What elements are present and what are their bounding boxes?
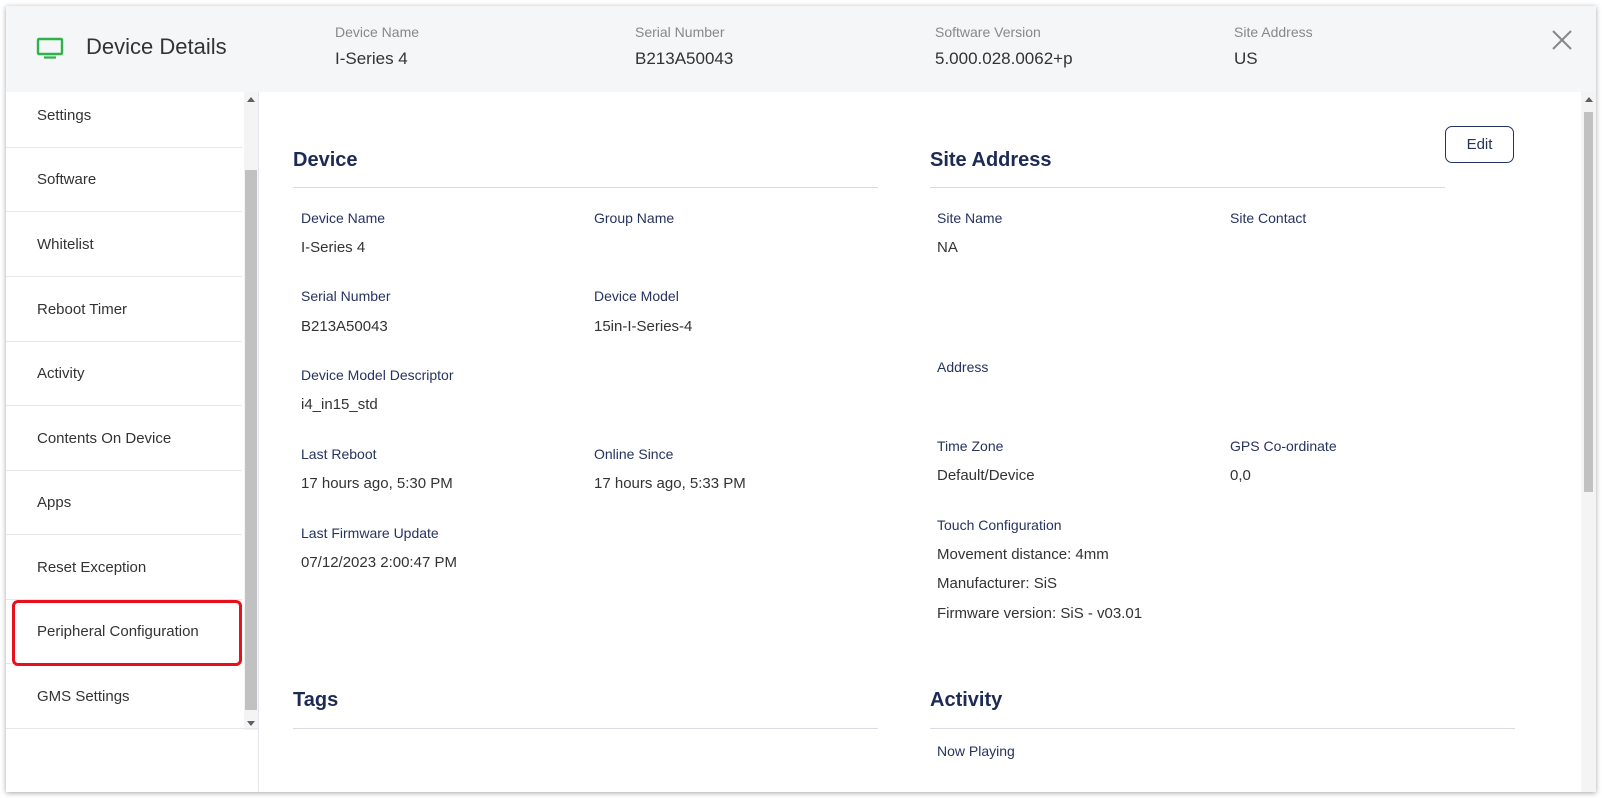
touch-movement-value: Movement distance: 4mm (937, 546, 1109, 563)
sidebar-item-label: Activity (37, 365, 85, 382)
sidebar-item-reboot-timer[interactable]: Reboot Timer (6, 278, 242, 342)
last-firmware-value: 07/12/2023 2:00:47 PM (301, 554, 457, 571)
sidebar-item-label: GMS Settings (37, 688, 130, 705)
activity-section-title: Activity (930, 689, 1003, 711)
device-name-value: I-Series 4 (301, 239, 366, 256)
touch-firmware-value: Firmware version: SiS - v03.01 (937, 605, 1143, 622)
online-since-label: Online Since (594, 446, 674, 462)
sidebar-item-gms-settings[interactable]: GMS Settings (6, 665, 242, 729)
tags-section-divider (293, 728, 878, 729)
header-software-version: Software Version 5.000.028.0062+p (935, 24, 1073, 69)
tags-section-title: Tags (293, 689, 339, 711)
device-name-label: Device Name (301, 210, 386, 226)
sidebar-item-apps[interactable]: Apps (6, 471, 242, 535)
last-reboot-value: 17 hours ago, 5:30 PM (301, 475, 453, 492)
device-model-label: Device Model (594, 288, 679, 304)
group-name-label: Group Name (594, 210, 675, 226)
header-bar: Device Details Device Name I-Series 4 Se… (6, 6, 1596, 92)
sidebar-item-label: Contents On Device (37, 430, 172, 447)
serial-number-label: Serial Number (301, 288, 391, 304)
touch-configuration-label: Touch Configuration (937, 517, 1062, 533)
header-site-address: Site Address US (1234, 24, 1313, 69)
header-device-name-label: Device Name (335, 24, 420, 40)
monitor-icon (36, 37, 64, 59)
sidebar-item-whitelist[interactable]: Whitelist (6, 213, 242, 277)
sidebar-item-label: Apps (37, 494, 72, 511)
header-software-version-value: 5.000.028.0062+p (935, 49, 1073, 68)
site-address-section-title: Site Address (930, 149, 1052, 171)
address-label: Address (937, 359, 989, 375)
device-section-divider (293, 187, 878, 188)
sidebar-item-contents-on-device[interactable]: Contents On Device (6, 407, 242, 471)
sidebar-bottom-divider (6, 728, 258, 729)
main-scrollbar[interactable] (1581, 92, 1596, 792)
gps-label: GPS Co-ordinate (1230, 438, 1337, 454)
time-zone-value: Default/Device (937, 467, 1035, 484)
site-name-value: NA (937, 239, 958, 256)
activity-section-divider (930, 728, 1515, 729)
sidebar-divider (258, 92, 259, 792)
device-model-value: 15in-I-Series-4 (594, 318, 693, 335)
sidebar-nav: Settings Software Whitelist Reboot Timer… (6, 92, 242, 792)
model-descriptor-label: Device Model Descriptor (301, 367, 454, 383)
sidebar-item-label: Reboot Timer (37, 301, 128, 318)
sidebar-item-label: Settings (37, 107, 92, 124)
sidebar-item-peripheral-configuration[interactable]: Peripheral Configuration (6, 600, 242, 666)
main-scroll-thumb[interactable] (1584, 112, 1593, 492)
header-device-name: Device Name I-Series 4 (335, 24, 419, 69)
scroll-down-arrow-icon[interactable] (247, 721, 255, 726)
touch-manufacturer-value: Manufacturer: SiS (937, 575, 1058, 592)
header-serial-number-value: B213A50043 (635, 49, 734, 68)
close-icon[interactable] (1550, 28, 1574, 52)
model-descriptor-value: i4_in15_std (301, 396, 378, 413)
sidebar-scroll-thumb[interactable] (245, 170, 257, 710)
sidebar-item-activity[interactable]: Activity (6, 342, 242, 406)
sidebar-item-software[interactable]: Software (6, 148, 242, 212)
header-device-name-value: I-Series 4 (335, 49, 408, 68)
online-since-value: 17 hours ago, 5:33 PM (594, 475, 746, 492)
last-reboot-label: Last Reboot (301, 446, 377, 462)
sidebar-item-label: Peripheral Configuration (37, 623, 199, 640)
device-details-window: Device Details Device Name I-Series 4 Se… (6, 6, 1596, 792)
sidebar-item-label: Whitelist (37, 236, 94, 253)
gps-value: 0,0 (1230, 467, 1251, 484)
edit-button[interactable]: Edit (1445, 126, 1514, 163)
header-software-version-label: Software Version (935, 24, 1041, 40)
main-scroll-up-arrow-icon[interactable] (1585, 97, 1593, 102)
sidebar-item-label: Reset Exception (37, 559, 147, 576)
header-site-address-value: US (1234, 49, 1258, 68)
last-firmware-label: Last Firmware Update (301, 525, 439, 541)
page-title: Device Details (86, 34, 227, 59)
time-zone-label: Time Zone (937, 438, 1004, 454)
site-contact-label: Site Contact (1230, 210, 1307, 226)
site-address-section-divider (930, 187, 1445, 188)
sidebar-scrollbar[interactable] (244, 92, 258, 730)
scroll-up-arrow-icon[interactable] (247, 97, 255, 102)
now-playing-label: Now Playing (937, 743, 1015, 759)
sidebar-item-reset-exception[interactable]: Reset Exception (6, 536, 242, 600)
sidebar-item-label: Software (37, 171, 97, 188)
header-serial-number-label: Serial Number (635, 24, 725, 40)
sidebar-item-settings[interactable]: Settings (6, 84, 242, 148)
header-serial-number: Serial Number B213A50043 (635, 24, 733, 69)
site-name-label: Site Name (937, 210, 1003, 226)
device-section-title: Device (293, 149, 358, 171)
header-site-address-label: Site Address (1234, 24, 1313, 40)
serial-number-value: B213A50043 (301, 318, 388, 335)
